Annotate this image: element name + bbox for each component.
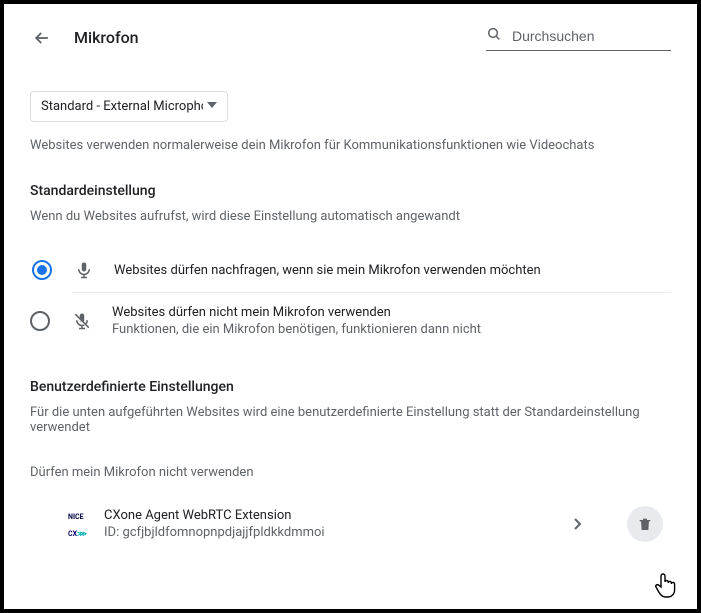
delete-button[interactable] (627, 506, 663, 542)
device-select[interactable]: Standard - External Microphone (30, 91, 228, 122)
intro-text: Websites verwenden normalerweise dein Mi… (30, 138, 671, 153)
default-sub: Wenn du Websites aufrufst, wird diese Ei… (30, 209, 671, 224)
custom-heading: Benutzerdefinierte Einstellungen (30, 379, 671, 395)
extension-icon: NICE CX⋙ (68, 514, 88, 534)
back-button[interactable] (30, 26, 54, 50)
microphone-icon (74, 260, 94, 280)
search-icon (486, 26, 502, 46)
radio-label: Websites dürfen nachfragen, wenn sie mei… (114, 263, 541, 278)
radio-label: Websites dürfen nicht mein Mikrofon verw… (112, 305, 481, 320)
blocked-heading: Dürfen mein Mikrofon nicht verwenden (30, 465, 671, 480)
radio-option-ask[interactable]: Websites dürfen nachfragen, wenn sie mei… (30, 248, 671, 292)
search-field[interactable] (486, 24, 671, 51)
radio-option-block[interactable]: Websites dürfen nicht mein Mikrofon verw… (72, 292, 671, 349)
site-details-button[interactable] (565, 507, 589, 542)
custom-sub: Für die unten aufgeführten Websites wird… (30, 405, 671, 435)
default-heading: Standardeinstellung (30, 183, 671, 199)
arrow-left-icon (32, 28, 52, 48)
site-id: ID: gcfjbjldfomnopnpdjajjfpldkkdmmoi (104, 525, 565, 540)
pointer-cursor-icon (653, 571, 679, 599)
microphone-off-icon (72, 311, 92, 331)
radio-button[interactable] (30, 311, 50, 331)
trash-icon (637, 516, 653, 532)
site-row[interactable]: NICE CX⋙ CXone Agent WebRTC Extension ID… (30, 500, 671, 548)
search-input[interactable] (512, 28, 671, 44)
device-select-label: Standard - External Microphone (41, 99, 203, 114)
caret-down-icon (207, 99, 217, 114)
radio-sublabel: Funktionen, die ein Mikrofon benötigen, … (112, 322, 481, 337)
page-title: Mikrofon (74, 28, 139, 47)
radio-button[interactable] (32, 260, 52, 280)
chevron-right-icon (573, 518, 581, 530)
site-name: CXone Agent WebRTC Extension (104, 508, 565, 523)
